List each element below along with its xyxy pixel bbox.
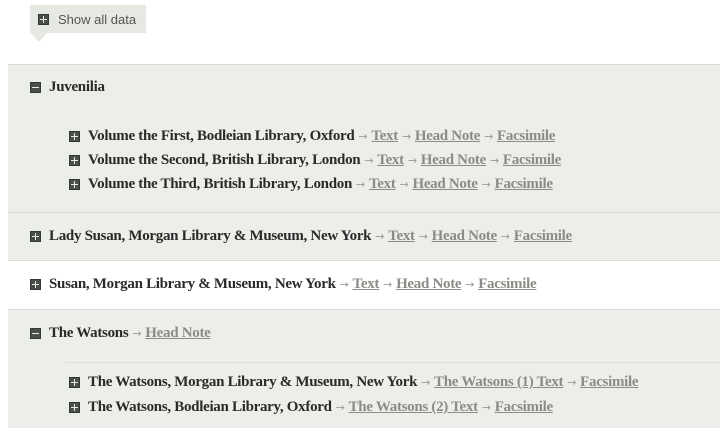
arrow-separator-icon: → <box>500 230 510 243</box>
list-item: Volume the Third, British Library, Londo… <box>69 176 553 193</box>
expand-plus-icon[interactable] <box>30 231 41 242</box>
arrow-separator-icon: → <box>418 230 428 243</box>
expand-plus-icon[interactable] <box>69 377 80 388</box>
expand-plus-icon[interactable] <box>69 402 80 413</box>
arrow-separator-icon: → <box>481 401 491 414</box>
text-link[interactable]: The Watsons (2) Text <box>349 399 478 416</box>
expand-plus-icon[interactable] <box>30 279 41 290</box>
head-note-link[interactable]: Head Note <box>415 128 481 145</box>
arrow-separator-icon: → <box>465 278 475 291</box>
facsimile-link[interactable]: Facsimile <box>514 228 572 245</box>
arrow-separator-icon: → <box>364 154 374 167</box>
section-title: Juvenilia <box>49 79 105 95</box>
text-link[interactable]: Text <box>377 152 404 169</box>
arrow-separator-icon: → <box>335 401 345 414</box>
arrow-separator-icon: → <box>484 130 493 143</box>
list-item: Volume the Second, British Library, Lond… <box>69 152 561 169</box>
text-link[interactable]: The Watsons (1) Text <box>434 374 563 391</box>
list-item: The Watsons, Bodleian Library, Oxford → … <box>69 399 553 416</box>
item-title: The Watsons, Bodleian Library, Oxford <box>88 399 332 415</box>
list-item: The Watsons, Morgan Library & Museum, Ne… <box>69 374 639 391</box>
facsimile-link[interactable]: Facsimile <box>495 176 553 193</box>
text-link[interactable]: Text <box>369 176 396 193</box>
item-title: Volume the Third, British Library, Londo… <box>88 176 353 192</box>
expand-plus-icon <box>38 13 49 25</box>
section-title: The Watsons <box>49 325 129 341</box>
show-all-data-button[interactable]: Show all data <box>30 5 147 33</box>
head-note-link[interactable]: Head Note <box>412 176 478 193</box>
head-note-link[interactable]: Head Note <box>145 325 211 342</box>
arrow-separator-icon: → <box>421 376 431 389</box>
head-note-link[interactable]: Head Note <box>432 228 498 245</box>
expand-plus-icon[interactable] <box>69 179 80 190</box>
arrow-separator-icon: → <box>339 278 349 291</box>
arrow-separator-icon: → <box>489 154 499 167</box>
section-title: Lady Susan, Morgan Library & Museum, New… <box>49 228 372 244</box>
arrow-separator-icon: → <box>481 178 491 191</box>
arrow-separator-icon: → <box>399 178 409 191</box>
arrow-separator-icon: → <box>358 130 368 143</box>
facsimile-link[interactable]: Facsimile <box>503 152 561 169</box>
section-header-juvenilia[interactable]: Juvenilia <box>30 79 105 96</box>
arrow-separator-icon: → <box>356 178 365 191</box>
expand-plus-icon[interactable] <box>69 131 80 142</box>
arrow-separator-icon: → <box>567 376 577 389</box>
facsimile-link[interactable]: Facsimile <box>478 276 536 293</box>
arrow-separator-icon: → <box>407 154 417 167</box>
section-title: Susan, Morgan Library & Museum, New York <box>49 276 336 292</box>
item-title: Volume the Second, British Library, Lond… <box>88 152 361 168</box>
show-all-data-label: Show all data <box>58 11 137 27</box>
expand-plus-icon[interactable] <box>69 155 80 166</box>
facsimile-link[interactable]: Facsimile <box>580 374 638 391</box>
arrow-separator-icon: → <box>383 278 393 291</box>
section-header-the-watsons[interactable]: The Watsons → Head Note <box>30 325 211 342</box>
item-title: Volume the First, Bodleian Library, Oxfo… <box>88 128 355 144</box>
head-note-link[interactable]: Head Note <box>421 152 487 169</box>
section-header-susan[interactable]: Susan, Morgan Library & Museum, New York… <box>30 276 537 293</box>
collapse-minus-icon[interactable] <box>30 328 41 339</box>
text-link[interactable]: Text <box>388 228 415 245</box>
list-item: Volume the First, Bodleian Library, Oxfo… <box>69 128 555 145</box>
section-header-lady-susan[interactable]: Lady Susan, Morgan Library & Museum, New… <box>30 228 572 245</box>
arrow-separator-icon: → <box>401 130 411 143</box>
item-title: The Watsons, Morgan Library & Museum, Ne… <box>88 374 418 390</box>
facsimile-link[interactable]: Facsimile <box>497 128 555 145</box>
head-note-link[interactable]: Head Note <box>396 276 462 293</box>
facsimile-link[interactable]: Facsimile <box>495 399 553 416</box>
subsection-divider <box>65 362 720 363</box>
collapse-minus-icon[interactable] <box>30 82 41 93</box>
text-link[interactable]: Text <box>353 276 380 293</box>
text-link[interactable]: Text <box>371 128 398 145</box>
dropdown-pointer <box>31 33 47 42</box>
arrow-separator-icon: → <box>375 230 385 243</box>
arrow-separator-icon: → <box>132 327 142 340</box>
